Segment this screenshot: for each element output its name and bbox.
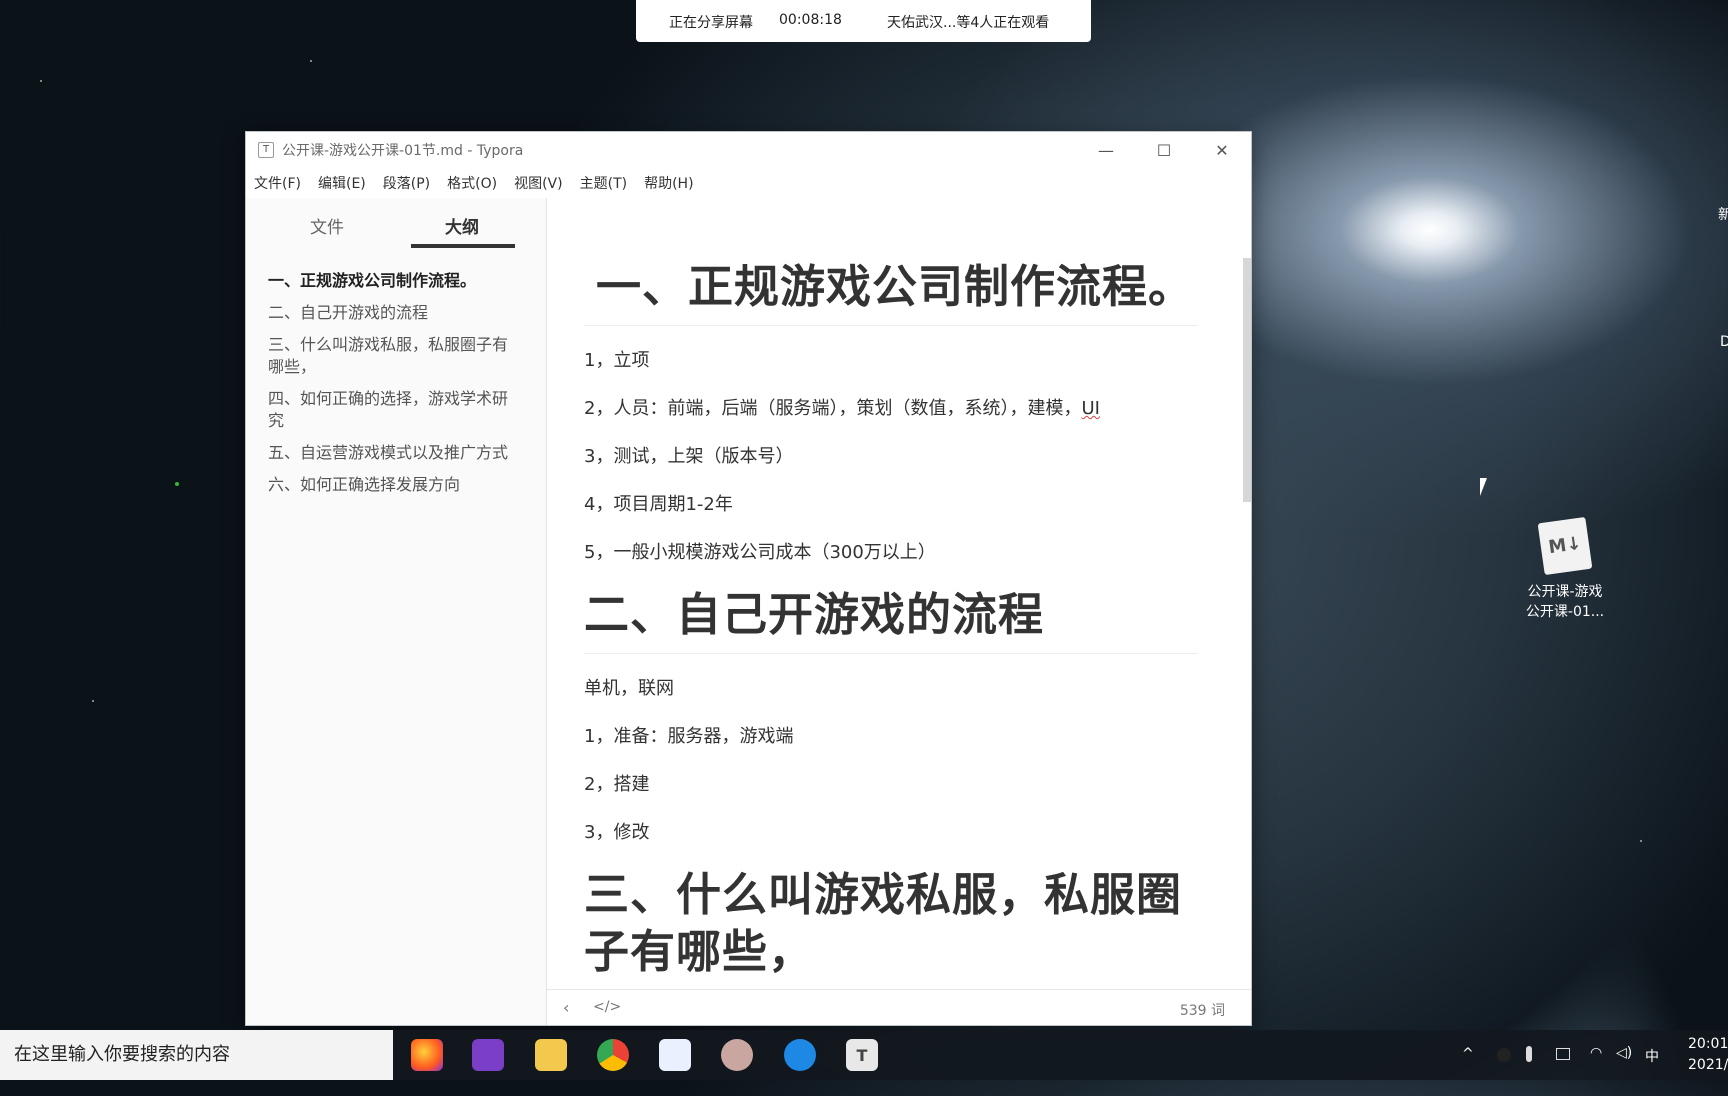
volume-icon[interactable]: ◁): [1616, 1045, 1632, 1095]
display-icon[interactable]: [1556, 1048, 1570, 1060]
tab-files[interactable]: 文件: [310, 213, 344, 238]
paragraph[interactable]: 3，测试，上架（版本号）: [584, 442, 1198, 468]
paragraph[interactable]: 3，修改: [584, 818, 1198, 844]
desktop-edge-text: D: [1720, 334, 1728, 350]
ime-indicator[interactable]: 中: [1645, 1046, 1659, 1096]
desktop-edge-text: 新: [1718, 207, 1728, 223]
share-timer: 00:08:18: [779, 12, 842, 28]
visual-studio-icon[interactable]: [472, 1039, 504, 1071]
firefox-icon[interactable]: [411, 1039, 443, 1071]
paragraph[interactable]: 4，项目周期1-2年: [584, 490, 1198, 516]
star: [310, 60, 312, 62]
typora-app-icon: T: [258, 142, 274, 158]
paragraph[interactable]: 2，搭建: [584, 770, 1198, 796]
microphone-icon[interactable]: [1526, 1046, 1532, 1062]
word-count[interactable]: 539 词: [1180, 1000, 1225, 1020]
paragraph[interactable]: 1，准备：服务器，游戏端: [584, 722, 1198, 748]
typora-window: T 公开课-游戏公开课-01节.md - Typora — ☐ ✕ 文件(F) …: [246, 132, 1251, 1025]
menu-format[interactable]: 格式(O): [447, 173, 497, 193]
desktop-file-label: 公开课-游戏: [1527, 584, 1603, 600]
menu-view[interactable]: 视图(V): [514, 173, 563, 193]
heading-2[interactable]: 二、自己开游戏的流程: [584, 564, 1198, 654]
clock-time: 20:01: [1688, 1036, 1728, 1052]
tab-outline[interactable]: 大纲: [445, 213, 479, 238]
paragraph[interactable]: 单机，联网: [584, 674, 1198, 700]
heading-3[interactable]: 三、什么叫游戏私服，私服圈子有哪些，: [584, 844, 1198, 980]
maximize-button[interactable]: ☐: [1135, 132, 1193, 168]
window-title: 公开课-游戏公开课-01节.md - Typora: [282, 143, 524, 159]
outline-item[interactable]: 三、什么叫游戏私服，私服圈子有哪些，: [268, 334, 512, 378]
screen-share-bar: 正在分享屏幕 00:08:18 天佑武汉...等4人正在观看: [636, 0, 1091, 42]
source-code-toggle-icon[interactable]: </>: [593, 999, 621, 1015]
markdown-file-icon: M↓: [1537, 516, 1593, 576]
chrome-icon[interactable]: [597, 1039, 629, 1071]
menu-file[interactable]: 文件(F): [254, 173, 301, 193]
title-bar[interactable]: T 公开课-游戏公开课-01节.md - Typora — ☐ ✕: [246, 132, 1251, 168]
menu-edit[interactable]: 编辑(E): [318, 173, 366, 193]
wifi-icon[interactable]: ◠: [1590, 1045, 1602, 1095]
taskbar: 在这里输入你要搜索的内容 T ^ ◠ ◁) 中 20:01 2021/5: [0, 1030, 1728, 1080]
system-clock[interactable]: 20:01 2021/5: [1688, 1034, 1728, 1076]
desktop-file-icon[interactable]: M↓ 公开课-游戏 公开课-01...: [1520, 516, 1610, 622]
menu-theme[interactable]: 主题(T): [580, 173, 627, 193]
minimize-button[interactable]: —: [1077, 132, 1135, 168]
menu-help[interactable]: 帮助(H): [644, 173, 693, 193]
document-content[interactable]: 一、正规游戏公司制作流程。 1，立项 2，人员：前端，后端（服务端），策划（数值…: [584, 198, 1198, 980]
star: [175, 482, 179, 486]
star: [1640, 840, 1642, 842]
menu-paragraph[interactable]: 段落(P): [383, 173, 430, 193]
share-status: 正在分享屏幕: [669, 15, 753, 31]
star: [92, 700, 94, 702]
taskbar-search-box[interactable]: 在这里输入你要搜索的内容: [0, 1030, 393, 1080]
outline-item[interactable]: 五、自运营游戏模式以及推广方式: [268, 442, 512, 464]
heading-1[interactable]: 一、正规游戏公司制作流程。: [584, 198, 1198, 326]
avatar-app-icon[interactable]: [721, 1039, 753, 1071]
spellcheck-word: UI: [1081, 398, 1100, 419]
desktop-file-label: 公开课-01...: [1525, 604, 1605, 620]
editor-area[interactable]: 一、正规游戏公司制作流程。 1，立项 2，人员：前端，后端（服务端），策划（数值…: [547, 198, 1251, 990]
close-button[interactable]: ✕: [1193, 132, 1251, 168]
paragraph[interactable]: 5，一般小规模游戏公司成本（300万以上）: [584, 538, 1198, 564]
outline-item[interactable]: 四、如何正确的选择，游戏学术研究: [268, 388, 512, 432]
active-tab-indicator: [411, 244, 515, 248]
scrollbar-thumb[interactable]: [1243, 258, 1251, 502]
baidu-netdisk-icon[interactable]: [659, 1039, 691, 1071]
status-bar: ‹ </> 539 词: [547, 989, 1251, 1025]
outline-item[interactable]: 二、自己开游戏的流程: [268, 302, 512, 324]
qq-tray-icon[interactable]: [1497, 1048, 1511, 1062]
paragraph-text: 2，人员：前端，后端（服务端），策划（数值，系统），建模，: [584, 398, 1082, 419]
paragraph[interactable]: 1，立项: [584, 346, 1198, 372]
share-viewers[interactable]: 天佑武汉...等4人正在观看: [887, 12, 1049, 32]
tray-chevron-icon[interactable]: ^: [1462, 1046, 1474, 1096]
outline-list: 一、正规游戏公司制作流程。 二、自己开游戏的流程 三、什么叫游戏私服，私服圈子有…: [246, 248, 512, 496]
clock-date: 2021/5: [1688, 1057, 1728, 1073]
star: [40, 80, 42, 82]
sidebar: 文件 大纲 一、正规游戏公司制作流程。 二、自己开游戏的流程 三、什么叫游戏私服…: [246, 198, 547, 1025]
chevron-left-icon[interactable]: ‹: [563, 998, 569, 1017]
menu-bar: 文件(F) 编辑(E) 段落(P) 格式(O) 视图(V) 主题(T) 帮助(H…: [246, 168, 1251, 198]
typora-icon[interactable]: T: [846, 1039, 878, 1071]
mouse-cursor-icon: [1480, 478, 1487, 496]
file-explorer-icon[interactable]: [535, 1039, 567, 1071]
outline-item[interactable]: 一、正规游戏公司制作流程。: [268, 270, 512, 292]
outline-item[interactable]: 六、如何正确选择发展方向: [268, 474, 512, 496]
qq-browser-icon[interactable]: [784, 1039, 816, 1071]
paragraph[interactable]: 2，人员：前端，后端（服务端），策划（数值，系统），建模，UI: [584, 394, 1198, 420]
